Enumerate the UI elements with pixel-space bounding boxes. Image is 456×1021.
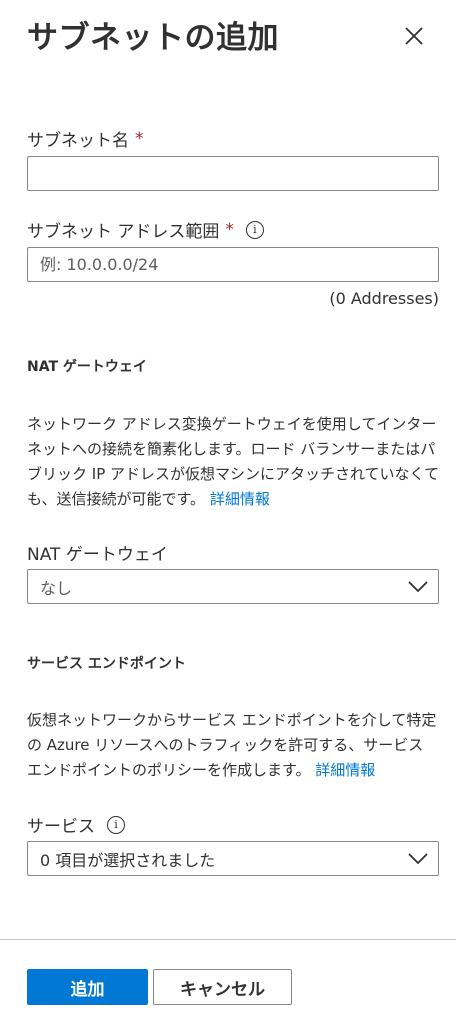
nat-gateway-description: ネットワーク アドレス変換ゲートウェイを使用してインターネットへの接続を簡素化し… [27,412,442,512]
subnet-name-input[interactable] [27,156,439,191]
required-mark: * [225,219,234,240]
required-mark: * [135,128,144,149]
close-button[interactable] [400,22,428,50]
address-range-input[interactable] [27,247,439,282]
address-count: (0 Addresses) [329,289,439,308]
subnet-name-label: サブネット名 * [27,126,144,152]
services-field-label-text: サービス [27,817,95,837]
cancel-button[interactable]: キャンセル [153,969,292,1005]
nat-gateway-dropdown[interactable]: なし [27,569,439,604]
address-range-label-text: サブネット アドレス範囲 [27,222,220,242]
services-field-label: サービス i [27,812,125,837]
info-icon[interactable]: i [245,220,264,239]
close-icon [405,27,423,45]
add-subnet-panel: サブネットの追加 サブネット名 * サブネット アドレス範囲 * i (0 Ad… [0,0,456,1021]
nat-gateway-selected-value: なし [40,578,73,598]
footer-divider [0,939,456,940]
address-range-label: サブネット アドレス範囲 * i [27,217,264,242]
info-icon[interactable]: i [107,815,125,834]
add-button[interactable]: 追加 [27,969,148,1005]
nat-gateway-section-title: NAT ゲートウェイ [27,359,147,375]
service-endpoints-learn-more-link[interactable]: 詳細情報 [315,761,375,779]
subnet-name-label-text: サブネット名 [27,131,129,151]
services-dropdown[interactable]: 0 項目が選択されました [27,841,439,876]
chevron-down-icon [408,580,428,592]
page-title: サブネットの追加 [27,20,279,56]
nat-gateway-field-label-text: NAT ゲートウェイ [27,545,168,565]
chevron-down-icon [408,852,428,864]
nat-gateway-field-label: NAT ゲートウェイ [27,540,168,565]
nat-gateway-learn-more-link[interactable]: 詳細情報 [210,490,270,508]
service-endpoints-section-title: サービス エンドポイント [27,656,186,672]
services-selected-value: 0 項目が選択されました [40,850,216,870]
service-endpoints-description: 仮想ネットワークからサービス エンドポイントを介して特定の Azure リソース… [27,708,442,783]
